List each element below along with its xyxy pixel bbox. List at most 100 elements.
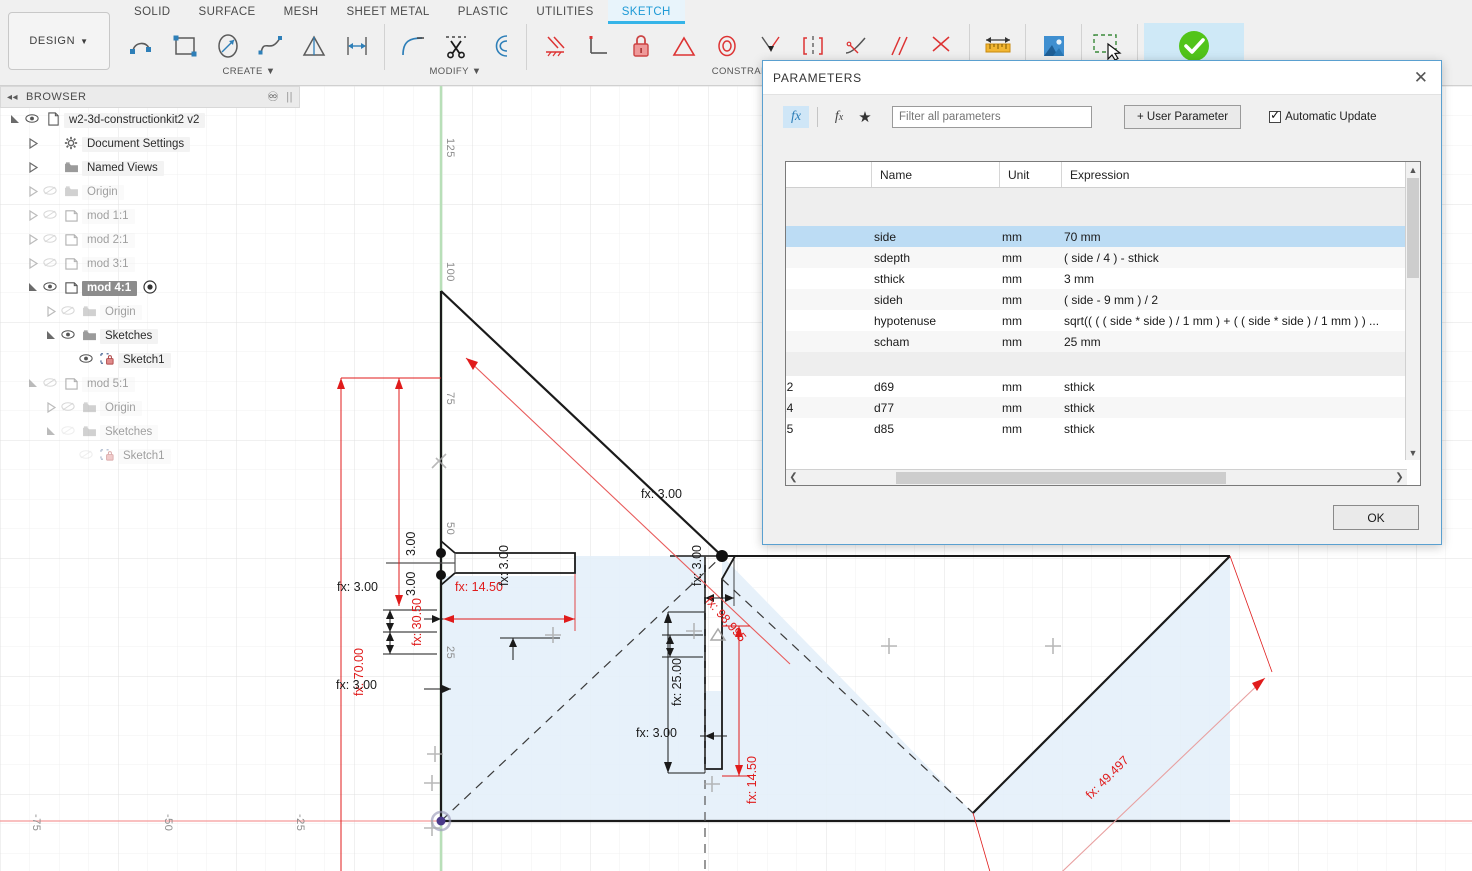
expand-arrow-open-icon[interactable]: [8, 114, 22, 127]
expand-arrow-closed-icon[interactable]: [26, 137, 40, 151]
cell-num[interactable]: 15: [786, 422, 866, 436]
column-header-name[interactable]: Name: [872, 162, 1000, 187]
add-user-parameter-button[interactable]: + User Parameter: [1124, 105, 1242, 129]
expand-arrow-closed-icon[interactable]: [26, 209, 40, 223]
cell-name[interactable]: sdepth: [866, 251, 994, 265]
fx-icon[interactable]: fx: [783, 106, 809, 128]
cell-unit[interactable]: mm: [994, 272, 1056, 286]
browser-resize-handle[interactable]: ||: [286, 91, 293, 103]
browser-item-mod-1-1[interactable]: mod 1:1: [0, 204, 300, 228]
ribbon-group-label-create[interactable]: CREATE ▼: [222, 66, 275, 77]
tab-sketch[interactable]: SKETCH: [607, 0, 685, 24]
dimension-label-3-00-g[interactable]: fx: 3.00: [636, 726, 677, 740]
expand-arrow-open-icon[interactable]: [44, 330, 58, 343]
cell-unit[interactable]: mm: [994, 230, 1056, 244]
cell-num[interactable]: 12: [786, 380, 866, 394]
dimension-label-3-00-b[interactable]: 3.00: [404, 532, 418, 556]
dialog-titlebar[interactable]: PARAMETERS ✕: [763, 61, 1441, 95]
cell-unit[interactable]: mm: [994, 251, 1056, 265]
coincident-icon[interactable]: [533, 24, 576, 68]
visibility-toggle-icon[interactable]: [76, 353, 96, 367]
cell-expression[interactable]: sthick: [1056, 380, 1420, 394]
cell-expression[interactable]: sqrt(( ( ( side * side ) / 1 mm ) + ( ( …: [1056, 314, 1420, 328]
parameters-dialog[interactable]: PARAMETERS ✕ fx fx ★ + User Parameter Au…: [762, 60, 1442, 545]
filter-input[interactable]: [892, 106, 1092, 128]
cell-expression[interactable]: sthick: [1056, 422, 1420, 436]
browser-item-mod-2-1[interactable]: mod 2:1: [0, 228, 300, 252]
table-row[interactable]: sideh mm( side - 9 mm ) / 2: [786, 289, 1420, 310]
ok-button[interactable]: OK: [1333, 505, 1419, 530]
dimension-label-25-00[interactable]: fx: 25.00: [670, 658, 684, 706]
cell-name[interactable]: side: [866, 230, 994, 244]
circle-icon[interactable]: [206, 24, 249, 68]
browser-item-w2-3d-constructionkit2-v2[interactable]: w2-3d-constructionkit2 v2: [0, 108, 300, 132]
dimension-label-3-00-e[interactable]: fx: 3.00: [497, 545, 511, 586]
table-horizontal-scrollbar[interactable]: ❮ ❯: [786, 469, 1407, 485]
table-row[interactable]: sthick mm 3 mm: [786, 268, 1420, 289]
trim-icon[interactable]: [434, 24, 477, 68]
visibility-toggle-icon[interactable]: [40, 233, 60, 247]
concentric-icon[interactable]: [705, 24, 748, 68]
cell-unit[interactable]: mm: [994, 380, 1056, 394]
ribbon-group-label-modify[interactable]: MODIFY ▼: [429, 66, 481, 77]
cell-unit[interactable]: mm: [994, 401, 1056, 415]
visibility-toggle-icon[interactable]: [58, 401, 78, 415]
table-vertical-scrollbar[interactable]: ▲ ▼: [1405, 162, 1420, 460]
cell-num[interactable]: 14: [786, 401, 866, 415]
tab-mesh[interactable]: MESH: [270, 0, 333, 24]
table-row[interactable]: sdepth mm( side / 4 ) - sthick: [786, 247, 1420, 268]
browser-item-origin[interactable]: Origin: [0, 300, 300, 324]
star-icon[interactable]: ★: [852, 106, 878, 128]
expand-arrow-open-icon[interactable]: [26, 282, 40, 295]
cell-name[interactable]: d77: [866, 401, 994, 415]
browser-item-sketch1[interactable]: Sketch1: [0, 444, 300, 468]
cell-name[interactable]: sideh: [866, 293, 994, 307]
column-header-expression[interactable]: Expression: [1062, 162, 1420, 187]
rectangle-icon[interactable]: [163, 24, 206, 68]
equal-icon[interactable]: [662, 24, 705, 68]
chevron-down-icon[interactable]: ▼: [1406, 445, 1420, 460]
offset-icon[interactable]: [477, 24, 520, 68]
close-icon[interactable]: ✕: [1411, 69, 1431, 86]
tab-plastic[interactable]: PLASTIC: [444, 0, 523, 24]
perpendicular-icon[interactable]: [576, 24, 619, 68]
table-row[interactable]: hypotenuse mm sqrt(( ( ( side * side ) / 1…: [786, 310, 1420, 331]
visibility-toggle-icon[interactable]: [40, 377, 60, 391]
dimension-label-3-00-h[interactable]: fx: 3.00: [641, 487, 682, 501]
dimension-icon[interactable]: [335, 24, 378, 68]
browser-item-origin[interactable]: Origin: [0, 180, 300, 204]
expand-arrow-closed-icon[interactable]: [26, 233, 40, 247]
scrollbar-thumb-vertical[interactable]: [1407, 178, 1419, 278]
dimension-label-3-00-f[interactable]: fx: 3.00: [690, 545, 704, 586]
polygon-icon[interactable]: [292, 24, 335, 68]
cell-expression[interactable]: 25 mm: [1056, 335, 1420, 349]
expand-arrow-open-icon[interactable]: [26, 378, 40, 391]
browser-item-mod-3-1[interactable]: mod 3:1: [0, 252, 300, 276]
table-row[interactable]: side mm 70 mm: [786, 226, 1420, 247]
activate-component-radio[interactable]: [143, 279, 157, 297]
cell-expression[interactable]: sthick: [1056, 401, 1420, 415]
browser-item-mod-5-1[interactable]: mod 5:1: [0, 372, 300, 396]
chevron-right-icon[interactable]: ❯: [1392, 472, 1407, 483]
cell-name[interactable]: d69: [866, 380, 994, 394]
tab-surface[interactable]: SURFACE: [185, 0, 270, 24]
tab-solid[interactable]: SOLID: [120, 0, 185, 24]
fx-user-icon[interactable]: fx: [826, 106, 852, 128]
cell-expression[interactable]: ( side / 4 ) - sthick: [1056, 251, 1420, 265]
cell-name[interactable]: d85: [866, 422, 994, 436]
visibility-toggle-icon[interactable]: [58, 329, 78, 343]
tab-sheet-metal[interactable]: SHEET METAL: [332, 0, 443, 24]
table-row[interactable]: 14d77mmsthick: [786, 397, 1420, 418]
spline-icon[interactable]: [249, 24, 292, 68]
expand-arrow-closed-icon[interactable]: [44, 305, 58, 319]
visibility-toggle-icon[interactable]: [58, 425, 78, 439]
visibility-toggle-icon[interactable]: [22, 113, 42, 127]
dimension-label-30-50[interactable]: fx: 30.50: [410, 598, 424, 646]
visibility-toggle-icon[interactable]: [58, 305, 78, 319]
browser-item-sketches[interactable]: Sketches: [0, 420, 300, 444]
cell-unit[interactable]: mm: [994, 314, 1056, 328]
column-header-unit[interactable]: Unit: [1000, 162, 1062, 187]
table-row[interactable]: 12d69mmsthick: [786, 376, 1420, 397]
cell-expression[interactable]: ( side - 9 mm ) / 2: [1056, 293, 1420, 307]
table-row[interactable]: scham mm 25 mm: [786, 331, 1420, 352]
